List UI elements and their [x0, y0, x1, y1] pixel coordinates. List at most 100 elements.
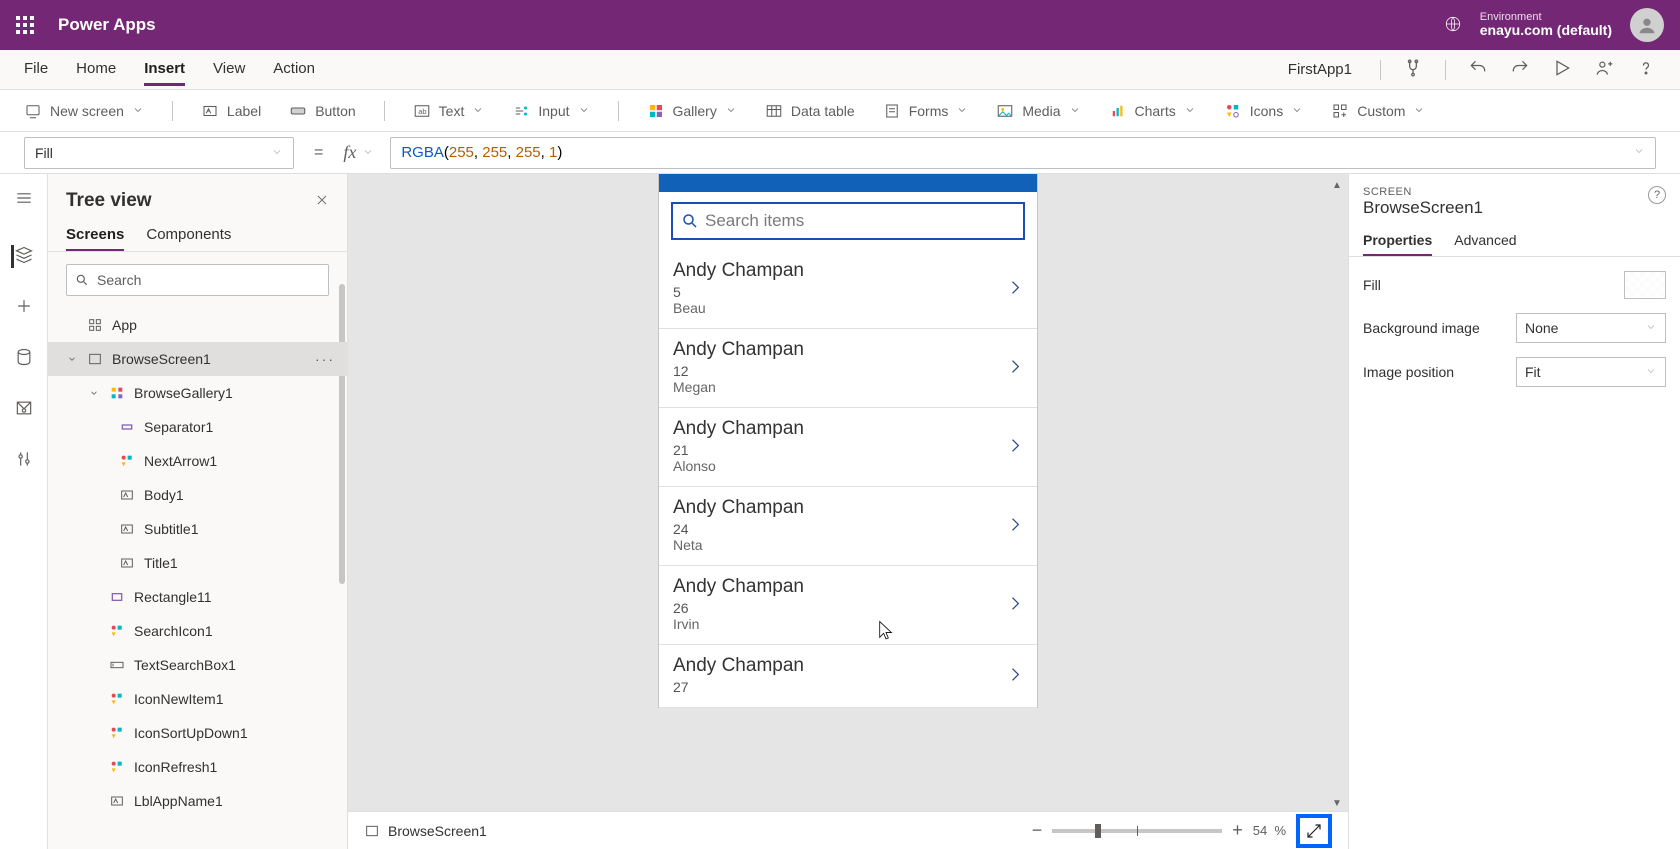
tree-node-nextarrow1[interactable]: NextArrow1: [48, 444, 347, 478]
tree-node-rectangle11[interactable]: Rectangle11: [48, 580, 347, 614]
ribbon-button[interactable]: Button: [289, 102, 355, 120]
tree-search-input[interactable]: Search: [66, 264, 329, 296]
ribbon-label[interactable]: Label: [201, 102, 261, 120]
formula-input[interactable]: RGBA(255, 255, 255, 1): [390, 137, 1656, 169]
app-name[interactable]: FirstApp1: [1288, 61, 1358, 78]
tree-node-title1[interactable]: Title1: [48, 546, 347, 580]
tree-node-textsearchbox1[interactable]: TextSearchBox1: [48, 648, 347, 682]
tree-node-browsegallery1[interactable]: BrowseGallery1: [48, 376, 347, 410]
chevron-down-icon[interactable]: [1633, 144, 1645, 161]
ribbon-icons[interactable]: Icons: [1224, 102, 1303, 120]
redo-button[interactable]: [1510, 58, 1530, 81]
zoom-value: 54: [1253, 823, 1267, 838]
gallery-icon: [108, 384, 126, 402]
chevron-right-icon[interactable]: [1005, 436, 1025, 459]
chevron-right-icon[interactable]: [1005, 665, 1025, 688]
environment-picker[interactable]: Environment enayu.com (default): [1480, 11, 1612, 38]
menu-view[interactable]: View: [213, 54, 245, 86]
chevron-down-icon[interactable]: [66, 354, 78, 364]
ribbon-gallery[interactable]: Gallery: [647, 102, 737, 120]
text-input-icon: [108, 656, 126, 674]
prop-fill-swatch[interactable]: [1624, 271, 1666, 299]
gallery-item[interactable]: Andy Champan21Alonso: [659, 408, 1037, 487]
close-icon[interactable]: [315, 193, 329, 210]
chevron-down-icon[interactable]: [88, 388, 100, 398]
tree-node-iconsortupdown1[interactable]: IconSortUpDown1: [48, 716, 347, 750]
ribbon-media[interactable]: Media: [996, 102, 1080, 120]
rail-insert[interactable]: [14, 296, 34, 319]
tree-tab-screens[interactable]: Screens: [66, 220, 124, 251]
props-tab-advanced[interactable]: Advanced: [1454, 226, 1516, 256]
ribbon-input[interactable]: Input: [512, 102, 589, 120]
scroll-down-icon[interactable]: ▼: [1332, 798, 1342, 809]
help-button[interactable]: [1636, 58, 1656, 81]
zoom-out-button[interactable]: −: [1032, 820, 1043, 841]
scroll-up-icon[interactable]: ▲: [1332, 180, 1342, 191]
chevron-right-icon[interactable]: [1005, 594, 1025, 617]
menu-insert[interactable]: Insert: [144, 54, 185, 86]
more-icon[interactable]: ···: [315, 351, 335, 367]
tree-node-subtitle1[interactable]: Subtitle1: [48, 512, 347, 546]
chevron-down-icon: [1069, 103, 1081, 119]
props-tab-properties[interactable]: Properties: [1363, 226, 1432, 256]
menu-file[interactable]: File: [24, 54, 48, 86]
tree-node-searchicon1[interactable]: SearchIcon1: [48, 614, 347, 648]
environment-label: Environment: [1480, 11, 1612, 23]
chevron-down-icon[interactable]: [362, 145, 374, 161]
share-button[interactable]: [1594, 58, 1614, 81]
preview-header: [659, 174, 1037, 192]
zoom-in-button[interactable]: +: [1232, 820, 1243, 841]
tree-node-browsescreen1[interactable]: BrowseScreen1 ···: [48, 342, 347, 376]
chevron-down-icon: [578, 103, 590, 119]
canvas[interactable]: ▲ ▼ Search items Andy Champan5BeauAndy C…: [348, 174, 1348, 849]
tree-node-lblappname1[interactable]: LblAppName1: [48, 784, 347, 818]
tree-tab-components[interactable]: Components: [146, 220, 231, 251]
gallery-item[interactable]: Andy Champan24Neta: [659, 487, 1037, 566]
tree-title: Tree view: [66, 190, 152, 212]
menu-action[interactable]: Action: [273, 54, 315, 86]
ribbon-new-screen[interactable]: New screen: [24, 102, 144, 120]
rail-media[interactable]: [14, 398, 34, 421]
ribbon-custom[interactable]: Custom: [1331, 102, 1425, 120]
preview-search-input[interactable]: Search items: [671, 202, 1025, 240]
gallery-item[interactable]: Andy Champan27: [659, 645, 1037, 708]
fx-icon[interactable]: fx: [343, 142, 356, 163]
ribbon-forms[interactable]: Forms: [883, 102, 969, 120]
chevron-right-icon[interactable]: [1005, 515, 1025, 538]
canvas-scrollbar[interactable]: ▲ ▼: [1330, 180, 1344, 809]
properties-panel: SCREEN BrowseScreen1 ? Properties Advanc…: [1348, 174, 1680, 849]
zoom-slider[interactable]: [1052, 829, 1222, 833]
tree-node-iconrefresh1[interactable]: IconRefresh1: [48, 750, 347, 784]
tree-node-iconnewitem1[interactable]: IconNewItem1: [48, 682, 347, 716]
rail-tree-view[interactable]: [11, 245, 34, 268]
hamburger-icon[interactable]: [14, 188, 34, 211]
app-checker-button[interactable]: [1403, 58, 1423, 81]
gallery-item[interactable]: Andy Champan5Beau: [659, 250, 1037, 329]
user-avatar[interactable]: [1630, 8, 1664, 42]
ribbon-gallery-label: Gallery: [673, 103, 717, 119]
svg-text:ab: ab: [418, 107, 426, 116]
tree-node-separator1[interactable]: Separator1: [48, 410, 347, 444]
app-launcher-icon[interactable]: [16, 16, 34, 34]
device-preview[interactable]: Search items Andy Champan5BeauAndy Champ…: [658, 174, 1038, 708]
ribbon-data-table[interactable]: Data table: [765, 102, 855, 120]
fit-to-window-button[interactable]: [1296, 814, 1332, 848]
tree-node-body1[interactable]: Body1: [48, 478, 347, 512]
prop-bg-image-select[interactable]: None: [1516, 313, 1666, 343]
rail-tools[interactable]: [14, 449, 34, 472]
gallery-item[interactable]: Andy Champan12Megan: [659, 329, 1037, 408]
preview-button[interactable]: [1552, 58, 1572, 81]
prop-image-pos-select[interactable]: Fit: [1516, 357, 1666, 387]
help-icon[interactable]: ?: [1648, 186, 1666, 204]
chevron-right-icon[interactable]: [1005, 278, 1025, 301]
menu-home[interactable]: Home: [76, 54, 116, 86]
tree-node-app[interactable]: App: [48, 308, 347, 342]
chevron-right-icon[interactable]: [1005, 357, 1025, 380]
property-selector[interactable]: Fill: [24, 137, 294, 169]
ribbon-charts[interactable]: Charts: [1109, 102, 1196, 120]
gallery-item-title: Andy Champan: [673, 576, 1023, 598]
undo-button[interactable]: [1468, 58, 1488, 81]
ribbon-text[interactable]: ab Text: [413, 102, 485, 120]
gallery-item[interactable]: Andy Champan26Irvin: [659, 566, 1037, 645]
rail-data[interactable]: [14, 347, 34, 370]
